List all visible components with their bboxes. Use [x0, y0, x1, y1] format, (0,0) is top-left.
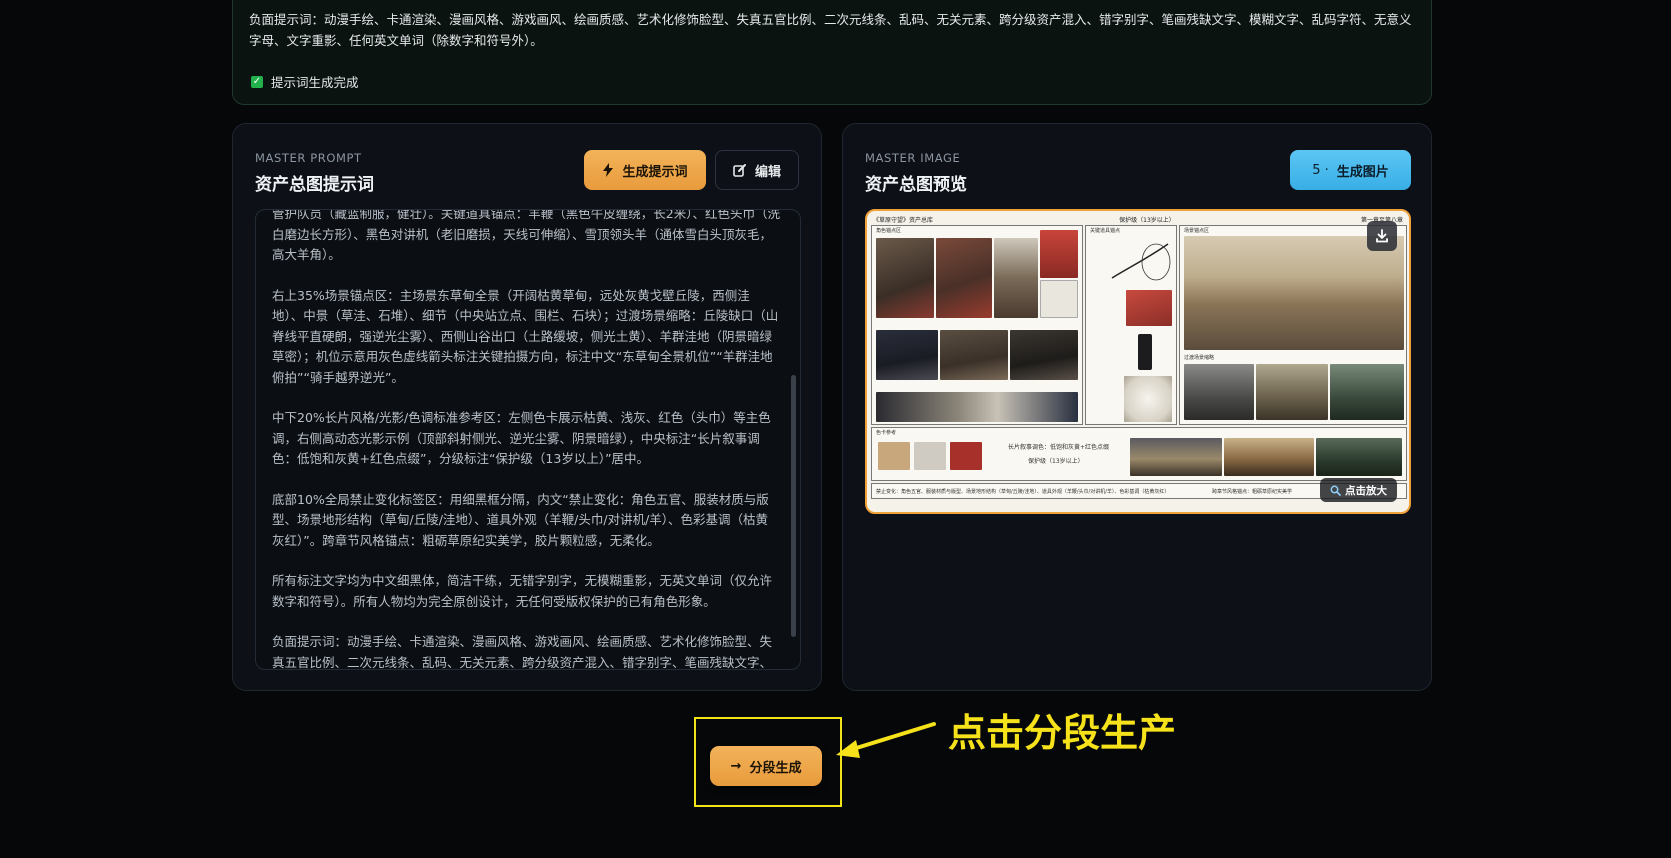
zoom-label: 点击放大	[1345, 484, 1387, 497]
generate-image-count: 5 ·	[1312, 162, 1329, 178]
master-image-preview[interactable]: 《草原守望》资产总库 保护级（13岁以上） 第一章至第八章 角色锚点区 关键道具…	[865, 209, 1411, 514]
character-photo	[1010, 330, 1078, 380]
negative-prompt-text: 负面提示词：动漫手绘、卡通渲染、漫画风格、游戏画风、绘画质感、艺术化修饰脸型、失…	[249, 12, 1412, 48]
prompt-paragraph: 右上35%场景锚点区：主场景东草甸全景（开阔枯黄草甸，远处灰黄戈壁丘陵，西侧洼地…	[272, 287, 779, 385]
scarf-photo	[1040, 230, 1078, 278]
character-photo	[994, 238, 1038, 318]
master-prompt-panel: MASTER PROMPT 资产总图提示词 生成提示词 编辑 管护队员（藏蓝制服…	[232, 123, 822, 691]
grassland-panorama	[1184, 236, 1404, 350]
sheet-cross-chapter-note: 跨章节风格锚点：粗砺草原纪实美学	[1212, 489, 1293, 495]
generate-image-button[interactable]: 5 · 生成图片	[1290, 150, 1411, 190]
sheet-colors-label: 色卡参考	[876, 430, 897, 436]
prompt-paragraph: 负面提示词：动漫手绘、卡通渲染、漫画风格、游戏画风、绘画质感、艺术化修饰脸型、失…	[272, 634, 773, 670]
sheet-characters-cell: 角色锚点区	[871, 225, 1083, 425]
color-swatch-red	[950, 442, 982, 470]
sheet-scenes-cell: 场景锚点区 过渡场景缩略	[1179, 225, 1407, 425]
master-image-eyebrow: MASTER IMAGE	[865, 151, 961, 165]
sheet-rating-note: 保护级（13岁以上）	[1028, 458, 1084, 465]
edit-label: 编辑	[754, 164, 781, 180]
lighting-photo	[1130, 438, 1222, 476]
master-image-title: 资产总图预览	[865, 175, 967, 195]
edit-icon	[733, 164, 746, 177]
prompt-textarea[interactable]: 管护队员（藏蓝制服，健壮）。关键道具锚点：羊鞭（黑色牛皮缠绕，长2米）、红色头巾…	[255, 209, 801, 670]
sheet-style-cell: 色卡参考 长片叙事调色：低饱和灰黄+红色点缀 保护级（13岁以上）	[871, 427, 1407, 481]
transition-photo	[1256, 364, 1328, 420]
download-icon	[1376, 229, 1388, 243]
whip-photo	[1040, 280, 1078, 318]
prompt-scrollbar[interactable]	[791, 375, 796, 637]
sheet-transitions-label: 过渡场景缩略	[1184, 355, 1215, 361]
red-scarf-photo	[1126, 290, 1172, 326]
sheet-scenes-label: 场景锚点区	[1184, 228, 1210, 234]
master-prompt-title: 资产总图提示词	[255, 175, 374, 195]
master-image-panel: MASTER IMAGE 资产总图预览 5 · 生成图片 《草原守望》资产总库 …	[842, 123, 1432, 691]
asset-sheet-image: 《草原守望》资产总库 保护级（13岁以上） 第一章至第八章 角色锚点区 关键道具…	[867, 211, 1409, 512]
annotation-arrow-icon	[836, 722, 936, 758]
generate-prompt-label: 生成提示词	[622, 164, 688, 180]
sheet-header-center: 保护级（13岁以上）	[1119, 217, 1175, 224]
whip-icon	[1111, 243, 1171, 281]
character-photo	[940, 330, 1008, 380]
generate-image-label: 生成图片	[1336, 164, 1389, 180]
prompt-done-label: 提示词生成完成	[271, 75, 359, 90]
annotation-text: 点击分段生产	[948, 711, 1177, 755]
master-prompt-eyebrow: MASTER PROMPT	[255, 151, 362, 165]
prompt-done-status: ✓ 提示词生成完成	[251, 72, 359, 91]
edit-button[interactable]: 编辑	[715, 150, 799, 190]
lightning-icon	[603, 163, 614, 177]
prompt-result-card: 负面提示词：动漫手绘、卡通渲染、漫画风格、游戏画风、绘画质感、艺术化修饰脸型、失…	[232, 0, 1432, 105]
generate-prompt-button[interactable]: 生成提示词	[584, 150, 706, 190]
prompt-paragraph: 中下20%长片风格/光影/色调标准参考区：左侧色卡展示枯黄、浅灰、红色（头巾）等…	[272, 410, 771, 466]
sheep-photo	[1124, 376, 1172, 422]
transition-photo	[1330, 364, 1404, 420]
sheet-tone-note: 长片叙事调色：低饱和灰黄+红色点缀	[1008, 444, 1110, 451]
color-swatch-tan	[878, 442, 910, 470]
transition-photo	[1184, 364, 1254, 420]
sheet-header: 《草原守望》资产总库 保护级（13岁以上） 第一章至第八章	[873, 215, 1403, 225]
character-photo	[876, 330, 938, 380]
sheet-props-label: 关键道具锚点	[1090, 228, 1121, 234]
sheet-props-cell: 关键道具锚点	[1085, 225, 1177, 425]
sheet-forbidden-note: 禁止变化：角色五官、服装材质与版型、场景地形结构（草甸/丘陵/洼地）、道具外观（…	[876, 489, 1170, 495]
prompt-paragraph: 底部10%全局禁止变化标签区：用细黑框分隔，内文“禁止变化：角色五官、服装材质与…	[272, 491, 769, 548]
prompt-paragraph: 管护队员（藏蓝制服，健壮）。关键道具锚点：羊鞭（黑色牛皮缠绕，长2米）、红色头巾…	[272, 209, 780, 262]
check-icon: ✓	[251, 75, 263, 88]
color-swatch-gray	[914, 442, 946, 470]
group-photo	[876, 392, 1078, 422]
sheet-characters-label: 角色锚点区	[876, 228, 902, 234]
zoom-button[interactable]: 点击放大	[1320, 478, 1397, 502]
prompt-paragraph: 所有标注文字均为中文细黑体，简洁干练，无错字别字，无模糊重影，无英文单词（仅允许…	[272, 573, 773, 609]
lighting-photo	[1224, 438, 1314, 476]
walkie-talkie-photo	[1138, 334, 1152, 370]
character-photo	[936, 238, 992, 318]
arrow-right-icon: →	[730, 758, 742, 774]
segment-generate-label: 分段生成	[749, 760, 802, 776]
prompt-content: 管护队员（藏蓝制服，健壮）。关键道具锚点：羊鞭（黑色牛皮缠绕，长2米）、红色头巾…	[272, 209, 780, 670]
magnifier-icon	[1330, 485, 1341, 496]
download-button[interactable]	[1367, 221, 1397, 251]
segment-generate-button[interactable]: → 分段生成	[710, 746, 822, 786]
sheet-header-left: 《草原守望》资产总库	[873, 217, 934, 224]
character-photo	[876, 238, 934, 318]
lighting-photo	[1316, 438, 1402, 476]
